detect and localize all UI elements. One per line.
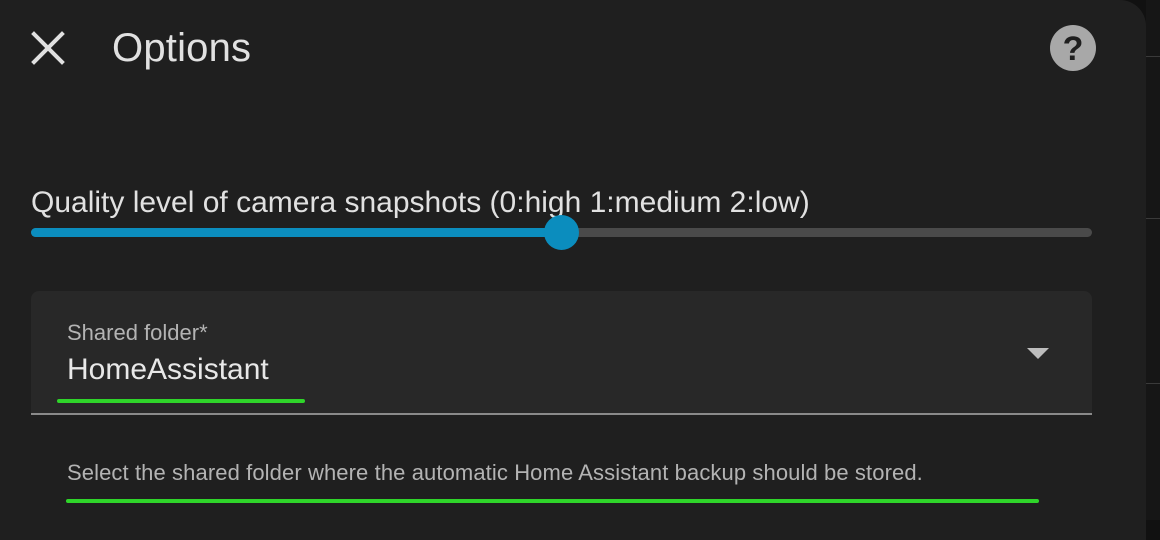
backdrop-divider <box>1146 218 1160 219</box>
dropdown-arrow-icon[interactable] <box>1027 348 1049 359</box>
close-button[interactable] <box>22 22 74 74</box>
quality-slider[interactable] <box>31 215 1092 250</box>
helper-text: Select the shared folder where the autom… <box>67 460 923 485</box>
backdrop-divider <box>1146 56 1160 57</box>
slider-thumb[interactable] <box>543 215 579 250</box>
slider-fill <box>31 228 562 237</box>
backdrop <box>1146 0 1160 520</box>
select-value: HomeAssistant <box>67 353 269 386</box>
value-highlight-underline <box>57 399 305 403</box>
dialog-title: Options <box>112 26 252 70</box>
backdrop-divider <box>1146 383 1160 384</box>
help-icon: ? <box>1062 30 1084 68</box>
helper-highlight-underline <box>66 499 1039 503</box>
close-icon <box>31 31 65 65</box>
help-button[interactable]: ? <box>1050 25 1096 71</box>
options-dialog: Options ? Quality level of camera snapsh… <box>0 0 1146 540</box>
select-label: Shared folder* <box>67 320 208 345</box>
shared-folder-select[interactable]: Shared folder* HomeAssistant <box>31 291 1092 415</box>
slider-label: Quality level of camera snapshots (0:hig… <box>31 186 810 219</box>
